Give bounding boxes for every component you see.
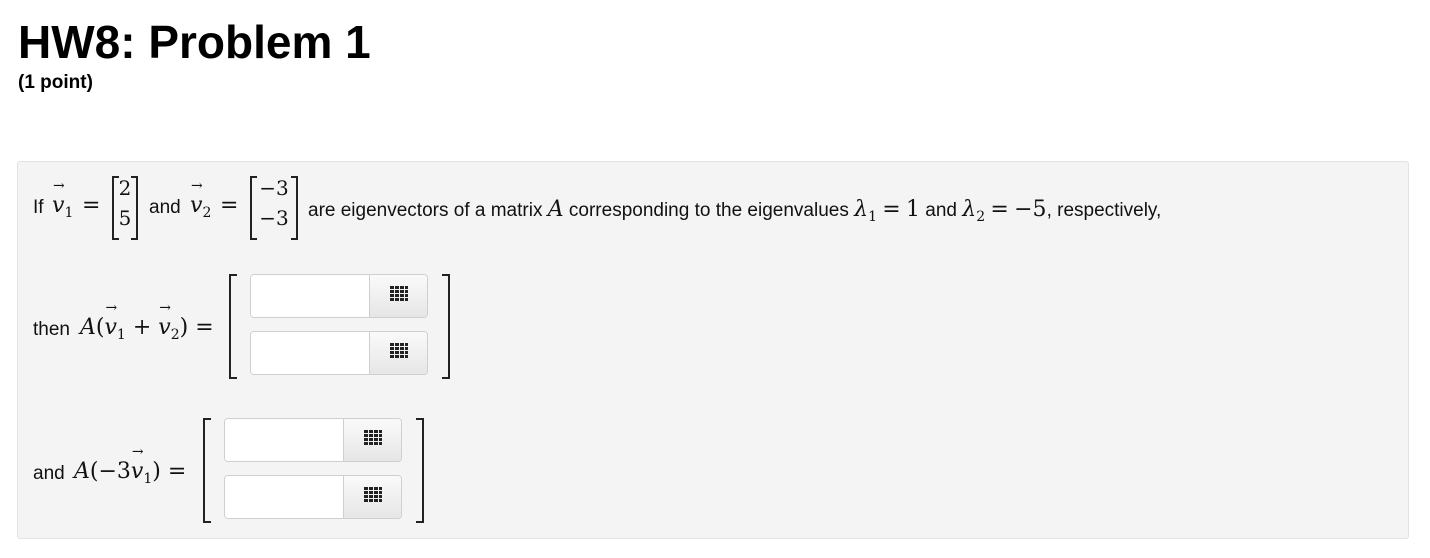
answer-b-row1-input[interactable] (225, 419, 345, 461)
grid-icon (389, 342, 408, 364)
equation-editor-button[interactable] (369, 275, 427, 317)
expression-a-v1-plus-v2: A(v1 + v2) = (80, 300, 214, 343)
grid-icon (389, 285, 408, 307)
v1-symbol: v1 (52, 178, 73, 221)
answer-a-row2-input[interactable] (251, 332, 371, 374)
answer-b-row1 (224, 418, 402, 462)
answer-a-right-bracket (442, 274, 450, 379)
if-text: If (33, 197, 44, 218)
answer-b-row2 (224, 475, 402, 519)
then-text: then (33, 319, 70, 340)
page-title: HW8: Problem 1 (18, 16, 371, 68)
matrix-symbol: A (547, 197, 564, 222)
point-value: (1 point) (18, 72, 93, 93)
eigen-text: are eigenvectors of a matrix A correspon… (308, 197, 1162, 225)
grid-icon (363, 486, 382, 508)
grid-icon (363, 429, 382, 451)
equals-sign: = (82, 193, 101, 218)
equation-editor-button[interactable] (343, 476, 401, 518)
v2-matrix: −3 −3 (250, 176, 298, 240)
lambda1-symbol: λ1 (854, 197, 877, 225)
problem-panel: If v1 = 2 5 and v2 = −3 −3 are eigenvect… (17, 161, 1409, 539)
and-text: and (33, 463, 65, 484)
and-text: and (149, 197, 181, 218)
answer-b-row2-input[interactable] (225, 476, 345, 518)
answer-b-left-bracket (203, 418, 211, 523)
equation-editor-button[interactable] (343, 419, 401, 461)
lambda2-value: −5 (1014, 197, 1047, 222)
lambda2-symbol: λ2 (962, 197, 986, 225)
answer-a-row1-input[interactable] (251, 275, 371, 317)
answer-b-right-bracket (416, 418, 424, 523)
equals-sign: = (220, 193, 239, 218)
right-bracket (131, 176, 138, 240)
v2-symbol: v2 (190, 178, 211, 221)
expression-a-minus3-v1: A(−3v1) = (74, 444, 186, 487)
v1-matrix: 2 5 (112, 176, 138, 240)
right-bracket (291, 176, 298, 240)
answer-a-row2 (250, 331, 428, 375)
answer-a-left-bracket (229, 274, 237, 379)
answer-a-row1 (250, 274, 428, 318)
equation-editor-button[interactable] (369, 332, 427, 374)
lambda1-value: 1 (905, 197, 920, 222)
